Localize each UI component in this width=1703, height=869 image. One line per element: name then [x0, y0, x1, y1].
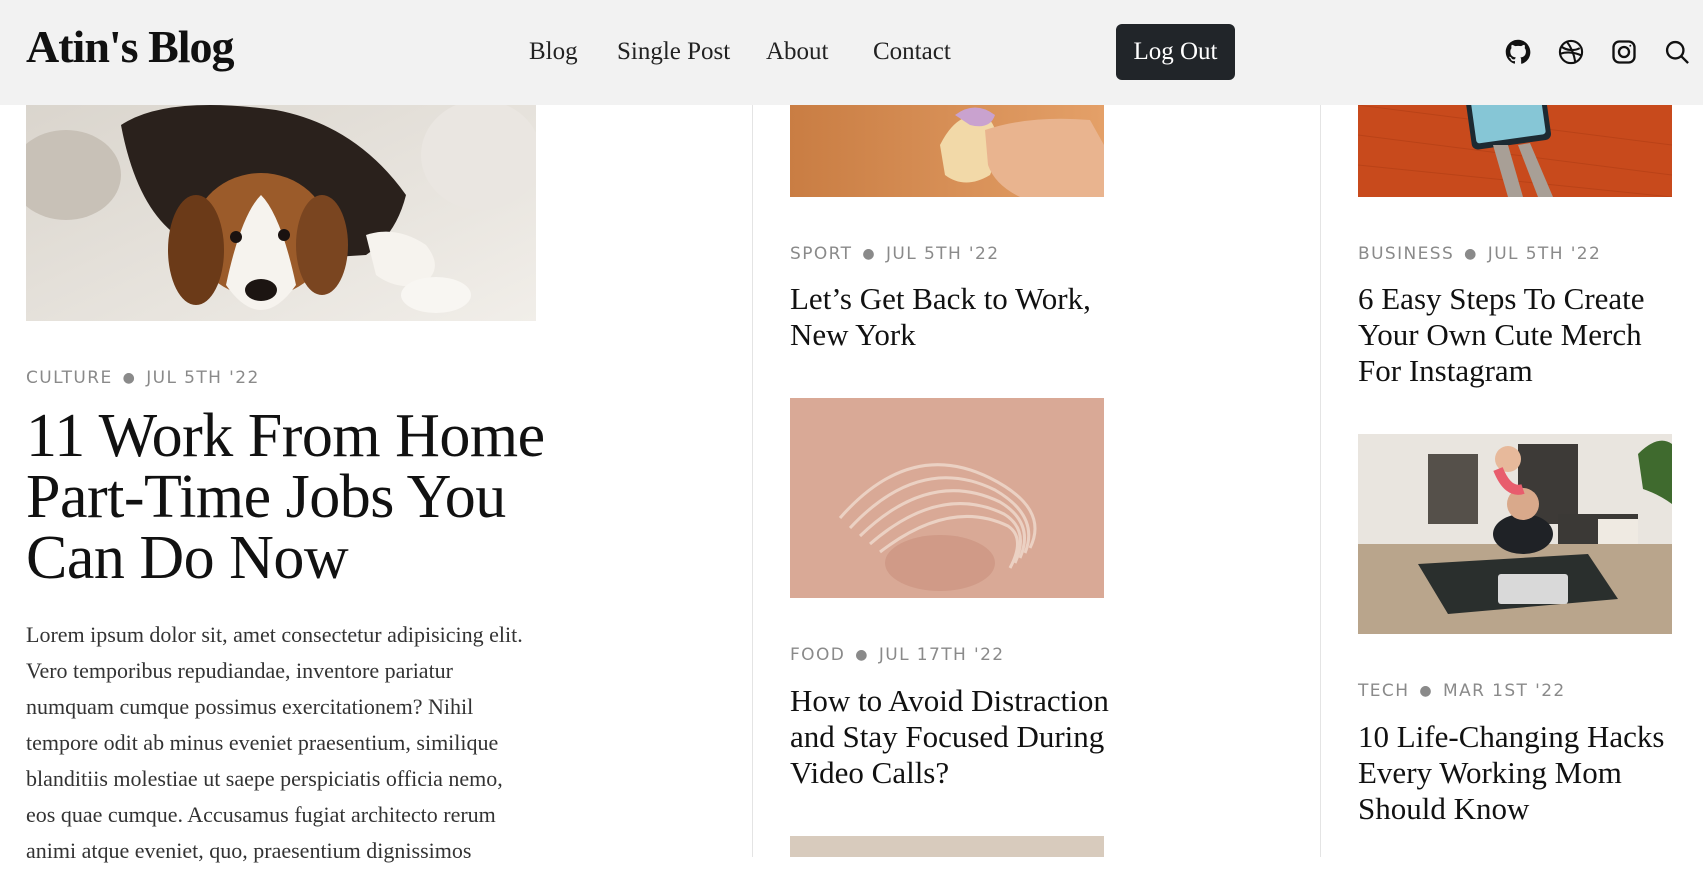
logout-button[interactable]: Log Out — [1116, 24, 1235, 80]
post-image[interactable] — [790, 398, 1104, 598]
post-image[interactable] — [1358, 434, 1672, 634]
post-date: JUL 17TH '22 — [878, 645, 1005, 665]
meta-separator-dot: ● — [122, 370, 137, 386]
nav-about[interactable]: About — [766, 38, 829, 66]
featured-post-meta: CULTURE ● JUL 5TH '22 — [26, 368, 260, 388]
post-title[interactable]: How to Avoid Distraction and Stay Focuse… — [790, 683, 1110, 791]
featured-post-excerpt: Lorem ipsum dolor sit, amet consectetur … — [26, 622, 523, 863]
post-date: JUL 5TH '22 — [886, 244, 1000, 264]
post-category[interactable]: SPORT — [790, 244, 852, 264]
post-category[interactable]: FOOD — [790, 645, 845, 665]
instagram-icon[interactable] — [1610, 38, 1638, 66]
post-image[interactable] — [790, 836, 1104, 857]
nav-single-post[interactable]: Single Post — [617, 38, 730, 66]
meta-separator-dot: ● — [855, 647, 869, 663]
meta-separator-dot: ● — [1419, 683, 1434, 699]
post-date: JUL 5TH '22 — [146, 368, 260, 388]
site-header: Atin's Blog Blog Single Post About Conta… — [0, 0, 1703, 105]
post-meta: TECH ● MAR 1ST '22 — [1358, 681, 1566, 701]
post-title[interactable]: 6 Easy Steps To Create Your Own Cute Mer… — [1358, 281, 1678, 389]
search-icon[interactable] — [1663, 38, 1691, 66]
post-meta: FOOD ● JUL 17TH '22 — [790, 645, 1005, 665]
meta-separator-dot: ● — [862, 246, 877, 262]
post-date: MAR 1ST '22 — [1443, 681, 1566, 701]
featured-post-image[interactable] — [26, 85, 536, 321]
nav-contact[interactable]: Contact — [873, 38, 951, 66]
post-title[interactable]: 10 Life-Changing Hacks Every Working Mom… — [1358, 719, 1678, 827]
nav-blog[interactable]: Blog — [529, 38, 578, 66]
post-category[interactable]: CULTURE — [26, 368, 113, 388]
github-icon[interactable] — [1504, 38, 1532, 66]
column-divider — [1320, 105, 1321, 857]
post-date: JUL 5TH '22 — [1487, 244, 1602, 264]
site-logo[interactable]: Atin's Blog — [26, 20, 235, 73]
post-category[interactable]: BUSINESS — [1358, 244, 1454, 264]
column-divider — [752, 105, 753, 857]
post-meta: SPORT ● JUL 5TH '22 — [790, 244, 999, 264]
post-category[interactable]: TECH — [1358, 681, 1409, 701]
meta-separator-dot: ● — [1464, 246, 1478, 262]
featured-post-title[interactable]: 11 Work From Home Part-Time Jobs You Can… — [26, 405, 546, 589]
post-meta: BUSINESS ● JUL 5TH '22 — [1358, 244, 1601, 264]
post-title[interactable]: Let’s Get Back to Work, New York — [790, 281, 1110, 353]
dribbble-icon[interactable] — [1557, 38, 1585, 66]
